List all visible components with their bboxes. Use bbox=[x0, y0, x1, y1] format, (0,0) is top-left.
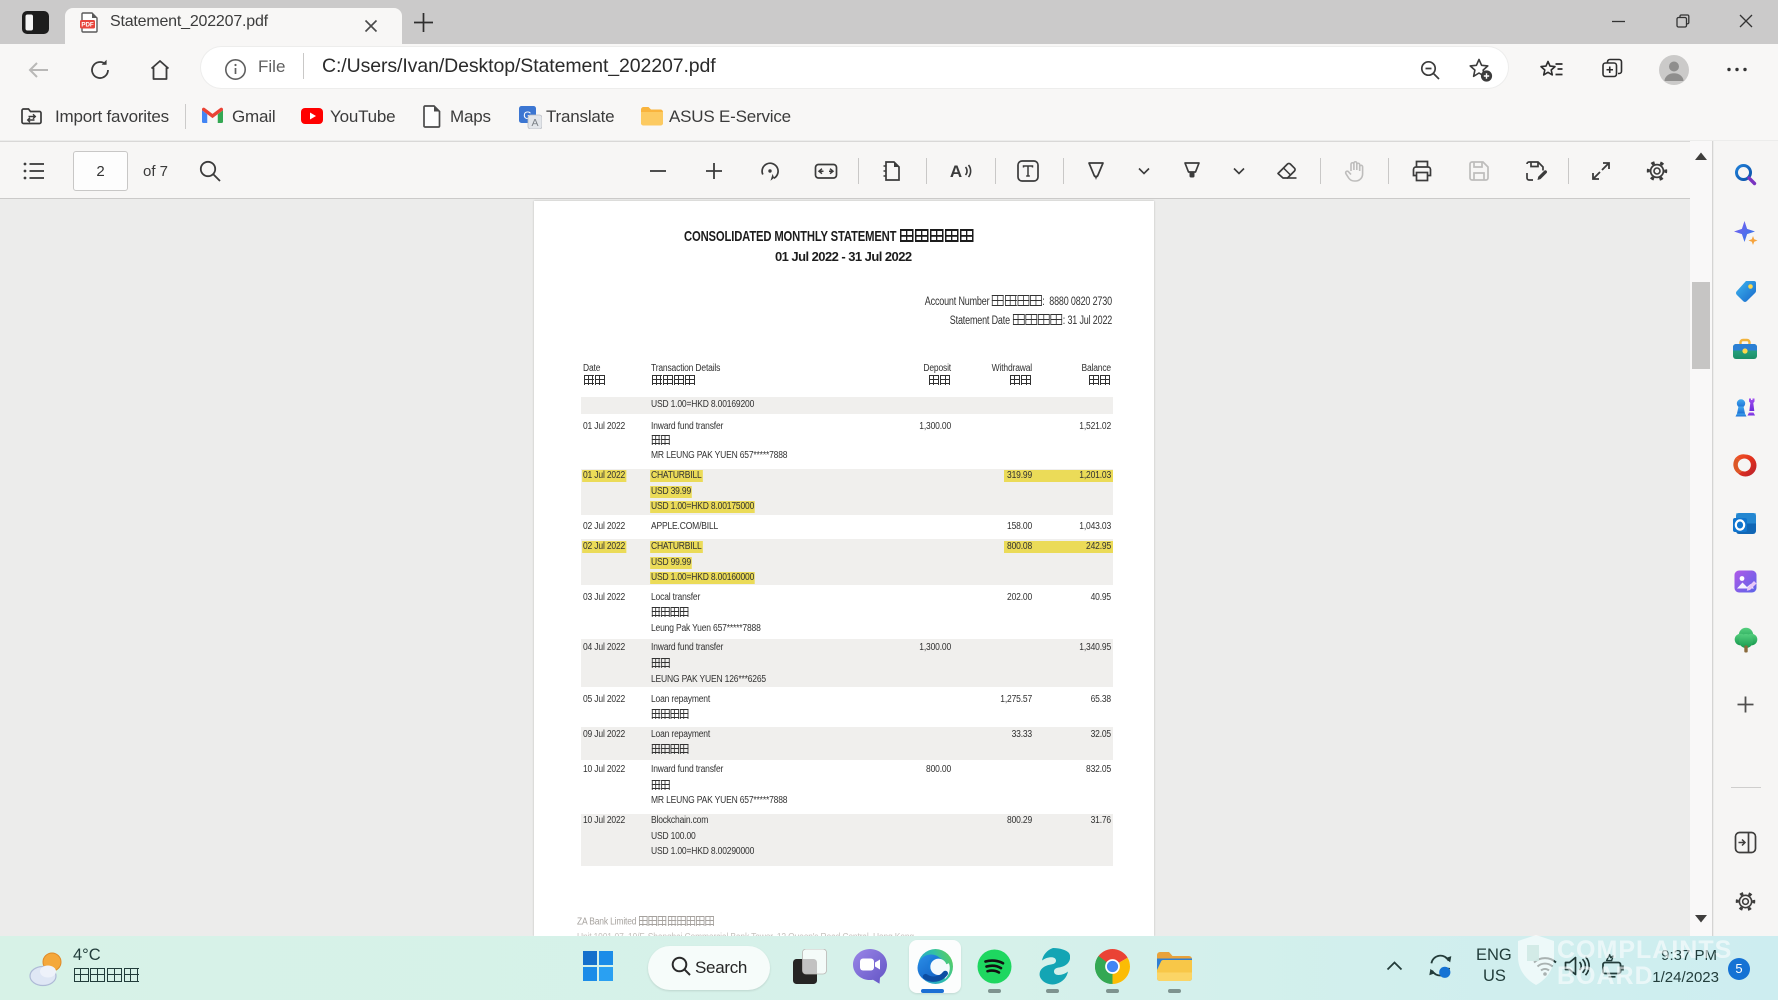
svg-text:A: A bbox=[531, 117, 538, 129]
svg-text:A: A bbox=[950, 162, 962, 181]
svg-text:PDF: PDF bbox=[81, 22, 94, 29]
